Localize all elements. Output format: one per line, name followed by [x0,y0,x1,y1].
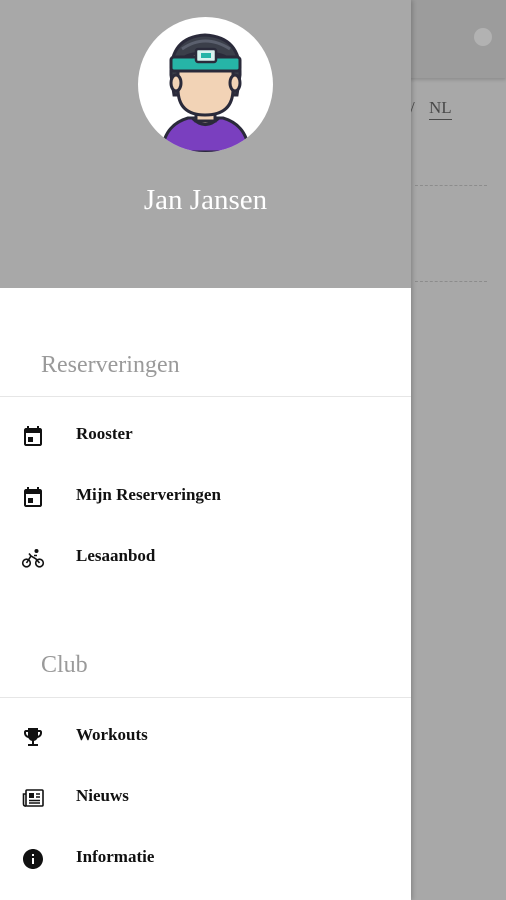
section-divider [0,697,411,698]
language-option-nl[interactable]: NL [428,98,452,120]
menu-item-informatie[interactable]: Informatie [0,833,411,885]
section-title-club: Club [41,652,88,678]
menu-item-workouts[interactable]: Workouts [0,711,411,763]
menu-item-rooster[interactable]: Rooster [0,410,411,462]
background-divider [415,185,487,186]
calendar-icon [21,485,45,509]
menu-item-label: Lesaanbod [76,546,156,565]
menu-item-label: Informatie [76,847,155,866]
section-title-reserveringen: Reserveringen [41,352,180,378]
menu-item-lesaanbod[interactable]: Lesaanbod [0,532,411,584]
drawer-header: Jan Jansen [0,0,411,288]
calendar-icon [21,424,45,448]
menu-item-label: Nieuws [76,786,129,805]
newspaper-icon [21,786,45,810]
menu-item-label: Mijn Reserveringen [76,485,221,504]
user-name: Jan Jansen [143,184,268,216]
info-icon [21,847,45,871]
menu-item-label: Workouts [76,725,148,744]
background-divider [415,281,487,282]
section-divider [0,396,411,397]
navigation-drawer: Jan Jansen Reserveringen Rooster Mijn Re… [0,0,411,900]
bicycle-icon [21,546,45,570]
trophy-icon [21,725,45,749]
user-avatar-icon [160,33,251,152]
background-menu-icon [474,28,492,46]
menu-item-nieuws[interactable]: Nieuws [0,772,411,824]
avatar[interactable] [138,17,273,152]
menu-item-label: Rooster [76,424,133,443]
menu-item-mijn-reserveringen[interactable]: Mijn Reserveringen [0,471,411,523]
